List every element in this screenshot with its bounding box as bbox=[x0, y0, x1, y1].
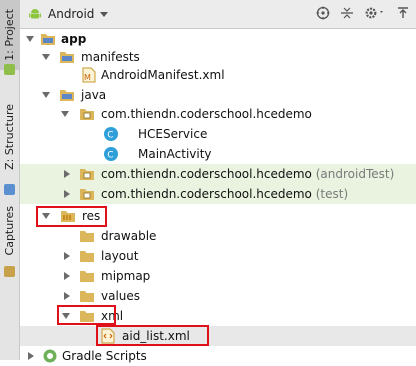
folder-icon bbox=[80, 271, 94, 282]
tree-label-layout: layout bbox=[101, 249, 139, 263]
expand-arrow-icon[interactable] bbox=[64, 190, 70, 198]
tree-node-package-main[interactable]: com.thiendn.coderschool.hcedemo bbox=[20, 104, 416, 124]
tree-label-manifests: manifests bbox=[81, 50, 140, 64]
tree-node-app[interactable]: app bbox=[20, 29, 416, 49]
android-tab-icon bbox=[4, 64, 15, 75]
folder-icon bbox=[60, 52, 74, 63]
tree-node-mipmap[interactable]: mipmap bbox=[20, 266, 416, 286]
tree-node-layout[interactable]: layout bbox=[20, 246, 416, 266]
tree-node-manifests[interactable]: manifests bbox=[20, 47, 416, 67]
gradle-icon bbox=[43, 349, 57, 363]
class-icon: C bbox=[104, 147, 118, 161]
svg-text:C: C bbox=[107, 151, 113, 161]
captures-tab-label: Captures bbox=[3, 206, 16, 256]
highlight-box-aid-list bbox=[96, 325, 209, 346]
tree-label-package-main: com.thiendn.coderschool.hcedemo bbox=[101, 107, 312, 121]
tree-node-gradle-scripts[interactable]: Gradle Scripts bbox=[20, 346, 416, 366]
view-selector[interactable]: Android bbox=[48, 7, 94, 21]
structure-icon bbox=[4, 184, 15, 195]
tree-label-mipmap: mipmap bbox=[101, 269, 151, 283]
folder-icon bbox=[80, 251, 94, 262]
package-name: com.thiendn.coderschool.hcedemo bbox=[101, 187, 312, 201]
tree-label-gradle-scripts: Gradle Scripts bbox=[62, 349, 147, 363]
tree-node-main-activity[interactable]: C MainActivity bbox=[20, 144, 416, 164]
tree-label-main-activity: MainActivity bbox=[138, 147, 212, 161]
folder-icon bbox=[80, 231, 94, 242]
tree-label-java: java bbox=[81, 88, 107, 102]
tree-label-package-test: com.thiendn.coderschool.hcedemo (test) bbox=[101, 187, 348, 201]
captures-tab[interactable]: Captures bbox=[0, 200, 19, 262]
package-icon bbox=[80, 109, 94, 120]
tree-node-package-test[interactable]: com.thiendn.coderschool.hcedemo (test) bbox=[20, 184, 416, 204]
source-set-suffix: (androidTest) bbox=[315, 167, 395, 181]
source-folder-icon bbox=[60, 90, 74, 101]
tree-label-drawable: drawable bbox=[101, 229, 157, 243]
highlight-box-res bbox=[36, 206, 107, 227]
expand-arrow-icon[interactable] bbox=[64, 170, 70, 178]
svg-text:M: M bbox=[84, 73, 91, 82]
chevron-down-icon[interactable] bbox=[100, 11, 109, 17]
source-set-suffix: (test) bbox=[315, 187, 349, 201]
tree-node-java[interactable]: java bbox=[20, 85, 416, 105]
collapse-all-icon[interactable] bbox=[340, 6, 354, 20]
project-tab[interactable]: 1: Project bbox=[0, 0, 19, 70]
expand-arrow-icon[interactable] bbox=[64, 252, 70, 260]
tree-label-hce-service: HCEService bbox=[138, 127, 208, 141]
module-folder-icon bbox=[41, 34, 55, 45]
project-toolbar: Android bbox=[20, 0, 416, 29]
manifest-file-icon: M bbox=[82, 67, 96, 83]
expand-arrow-icon[interactable] bbox=[42, 54, 50, 60]
expand-arrow-icon[interactable] bbox=[64, 272, 70, 280]
expand-arrow-icon[interactable] bbox=[42, 92, 50, 98]
svg-text:C: C bbox=[107, 131, 113, 141]
captures-icon bbox=[4, 266, 15, 277]
tree-label-package-android-test: com.thiendn.coderschool.hcedemo (android… bbox=[101, 167, 394, 181]
project-tree: app manifests M AndroidManifest.xml java bbox=[20, 29, 416, 363]
android-icon bbox=[29, 9, 41, 19]
tree-node-aid-list[interactable]: aid_list.xml bbox=[20, 326, 416, 346]
gear-icon[interactable] bbox=[364, 6, 386, 20]
expand-arrow-icon[interactable] bbox=[61, 111, 69, 117]
tree-node-android-manifest[interactable]: M AndroidManifest.xml bbox=[20, 65, 416, 85]
tree-label-android-manifest: AndroidManifest.xml bbox=[101, 68, 225, 82]
tree-node-hce-service[interactable]: C HCEService bbox=[20, 124, 416, 144]
folder-icon bbox=[80, 291, 94, 302]
package-icon bbox=[80, 169, 94, 180]
highlight-box-xml bbox=[57, 305, 116, 325]
expand-arrow-icon[interactable] bbox=[28, 352, 34, 360]
tree-label-values: values bbox=[101, 289, 141, 303]
tree-node-values[interactable]: values bbox=[20, 286, 416, 306]
structure-tab-label: Z: Structure bbox=[3, 104, 16, 170]
tool-window-strip: 1: Project Z: Structure Captures bbox=[0, 0, 20, 360]
package-name: com.thiendn.coderschool.hcedemo bbox=[101, 167, 312, 181]
expand-arrow-icon[interactable] bbox=[26, 36, 34, 42]
hide-icon[interactable] bbox=[396, 6, 410, 20]
tree-label-app: app bbox=[61, 32, 87, 46]
expand-arrow-icon[interactable] bbox=[64, 292, 70, 300]
package-icon bbox=[80, 189, 94, 200]
project-tab-label: 1: Project bbox=[3, 9, 16, 61]
class-icon: C bbox=[104, 127, 118, 141]
tree-node-package-android-test[interactable]: com.thiendn.coderschool.hcedemo (android… bbox=[20, 164, 416, 184]
structure-tab[interactable]: Z: Structure bbox=[0, 92, 19, 182]
tree-node-drawable[interactable]: drawable bbox=[20, 226, 416, 246]
scroll-from-source-icon[interactable] bbox=[316, 6, 330, 20]
